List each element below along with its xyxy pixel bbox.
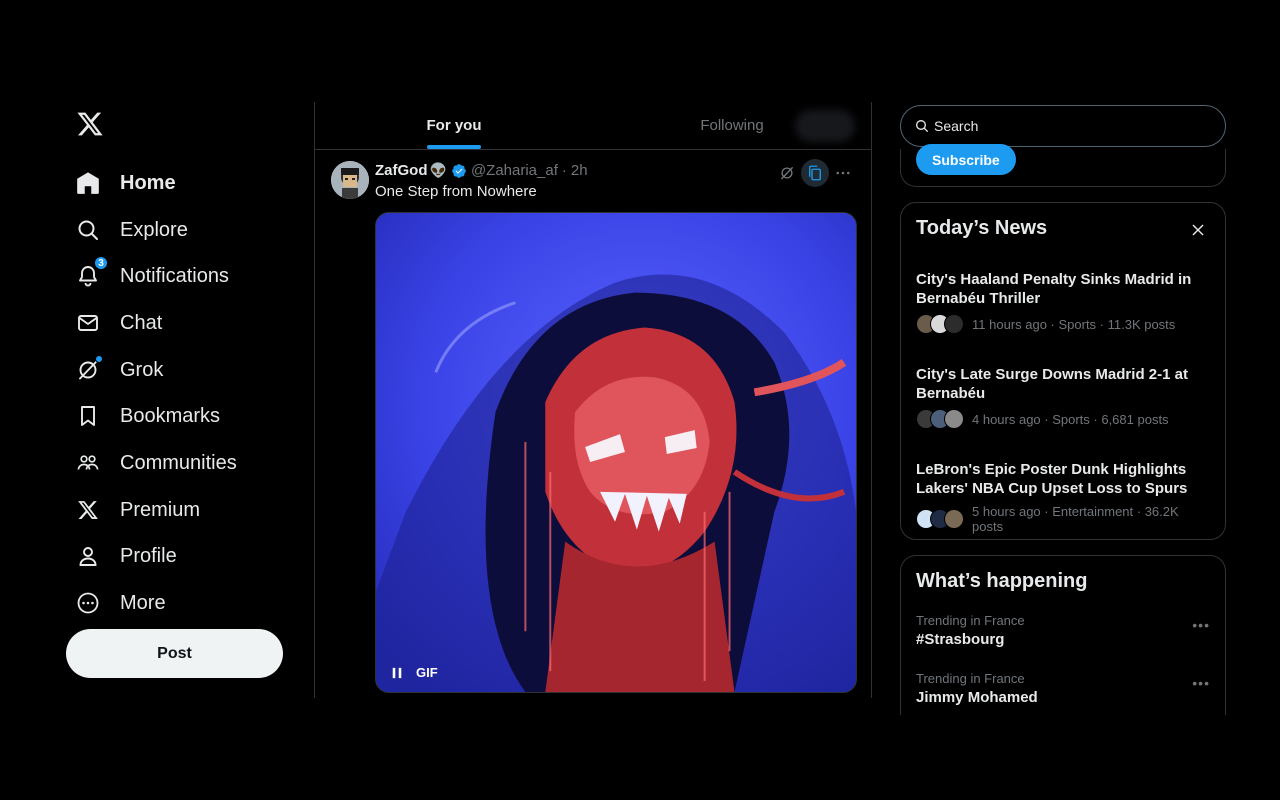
news-meta-row: 5 hours ago · Entertainment · 36.2K post…: [916, 504, 1208, 534]
avatar-stack: [916, 509, 964, 529]
subscribe-button[interactable]: Subscribe: [916, 144, 1016, 175]
news-meta: 5 hours ago · Entertainment · 36.2K post…: [972, 504, 1179, 534]
nav-label: Home: [120, 171, 176, 194]
nav-premium[interactable]: Premium: [74, 490, 200, 530]
avatar: [944, 509, 964, 529]
news-title: City's Late Surge Downs Madrid 2-1 at Be…: [916, 366, 1188, 402]
nav-communities[interactable]: Communities: [74, 443, 237, 483]
grok-dot: [95, 355, 103, 363]
news-heading: Today’s News: [916, 217, 1048, 239]
mail-icon: [74, 309, 102, 337]
alien-emoji: 👽: [429, 162, 447, 178]
gif-label: GIF: [416, 665, 438, 680]
tweet-time[interactable]: 2h: [571, 162, 588, 179]
trend-item[interactable]: Trending in France #Strasbourg •••: [916, 613, 1216, 648]
nav-notifications[interactable]: 3 Notifications: [74, 256, 229, 296]
news-meta: 11 hours ago · Sports · 11.3K posts: [972, 316, 1176, 332]
search-bar[interactable]: [900, 105, 1226, 147]
more-circle-icon: [74, 589, 102, 617]
nav-grok[interactable]: Grok: [74, 350, 163, 390]
nav-label: Communities: [120, 451, 237, 474]
news-item[interactable]: LeBron's Epic Poster Dunk Highlights Lak…: [916, 460, 1208, 534]
main-feed: For you Following ZafGod 👽 @Zaharia_af ·…: [314, 102, 872, 698]
trend-item[interactable]: Trending in France Jimmy Mohamed •••: [916, 671, 1216, 706]
trend-category: Trending in France: [916, 671, 1025, 686]
home-icon: [74, 169, 102, 197]
grok-icon: [74, 355, 103, 384]
feed-tabs: For you Following: [315, 102, 871, 150]
nav-label: Bookmarks: [120, 404, 221, 427]
more-horizontal-icon[interactable]: [829, 159, 857, 187]
tweet-actions: [773, 159, 857, 187]
news-item[interactable]: City's Haaland Penalty Sinks Madrid in B…: [916, 270, 1208, 334]
post-button[interactable]: Post: [66, 629, 283, 678]
news-meta-row: 11 hours ago · Sports · 11.3K posts: [916, 314, 1208, 334]
nav-label: Explore: [120, 218, 188, 241]
avatar: [944, 409, 964, 429]
nav-label: Notifications: [120, 264, 229, 287]
whats-happening-card: What’s happening Trending in France #Str…: [900, 555, 1226, 715]
tab-label: Following: [700, 117, 764, 134]
author-name[interactable]: ZafGod: [375, 162, 428, 179]
gif-controls: GIF: [390, 665, 438, 680]
profile-icon: [74, 542, 102, 570]
x-logo-icon[interactable]: [76, 110, 104, 138]
bookmark-icon: [74, 402, 102, 430]
avatar-stack: [916, 409, 964, 429]
tweet-gif-media[interactable]: GIF: [375, 212, 857, 693]
pause-icon[interactable]: [390, 666, 404, 680]
nav-chat[interactable]: Chat: [74, 303, 162, 343]
nav-home[interactable]: Home: [74, 163, 176, 203]
trend-name: #Strasbourg: [916, 631, 1005, 648]
verified-badge-icon: [451, 163, 467, 179]
avatar: [944, 314, 964, 334]
nav-label: Grok: [120, 358, 164, 381]
author-handle[interactable]: @Zaharia_af: [471, 162, 558, 179]
news-meta: 4 hours ago · Sports · 6,681 posts: [972, 411, 1169, 427]
communities-icon: [74, 449, 102, 477]
grok-icon[interactable]: [773, 159, 801, 187]
tweet[interactable]: ZafGod 👽 @Zaharia_af · 2h One Step from …: [315, 151, 871, 698]
avatar[interactable]: [331, 161, 369, 199]
more-horizontal-icon[interactable]: •••: [1192, 617, 1210, 633]
happening-heading: What’s happening: [916, 570, 1088, 592]
x-logo-icon: [74, 496, 102, 524]
news-meta-row: 4 hours ago · Sports · 6,681 posts: [916, 409, 1208, 429]
close-icon[interactable]: [1189, 221, 1207, 239]
news-title: LeBron's Epic Poster Dunk Highlights Lak…: [916, 461, 1188, 497]
search-input[interactable]: [934, 118, 1194, 134]
tab-for-you[interactable]: For you: [315, 102, 593, 149]
search-icon: [74, 216, 102, 244]
search-icon: [914, 118, 930, 134]
nav-bookmarks[interactable]: Bookmarks: [74, 396, 220, 436]
trend-category: Trending in France: [916, 613, 1025, 628]
news-title: City's Haaland Penalty Sinks Madrid in B…: [916, 271, 1192, 307]
nav-label: Profile: [120, 544, 177, 567]
tweet-header: ZafGod 👽 @Zaharia_af · 2h: [375, 162, 588, 179]
nav-label: More: [120, 591, 166, 614]
premium-subscribe-card: Subscribe: [900, 144, 1226, 187]
nav-profile[interactable]: Profile: [74, 536, 177, 576]
separator: ·: [561, 162, 567, 179]
copy-icon[interactable]: [801, 159, 829, 187]
active-tab-indicator: [427, 145, 481, 149]
more-horizontal-icon[interactable]: •••: [1192, 675, 1210, 691]
nav-label: Premium: [120, 498, 201, 521]
trend-name: Jimmy Mohamed: [916, 689, 1038, 706]
bell-icon: 3: [74, 256, 108, 290]
avatar-stack: [916, 314, 964, 334]
todays-news-card: Today’s News City's Haaland Penalty Sink…: [900, 202, 1226, 540]
tweet-text: One Step from Nowhere: [375, 183, 537, 200]
tab-label: For you: [426, 117, 482, 134]
nav-explore[interactable]: Explore: [74, 210, 188, 250]
nav-more[interactable]: More: [74, 583, 166, 623]
notification-badge: 3: [94, 256, 108, 270]
nav-label: Chat: [120, 311, 163, 334]
gif-artwork: [376, 213, 856, 692]
blurred-overlay: [795, 110, 855, 142]
news-item[interactable]: City's Late Surge Downs Madrid 2-1 at Be…: [916, 365, 1208, 429]
